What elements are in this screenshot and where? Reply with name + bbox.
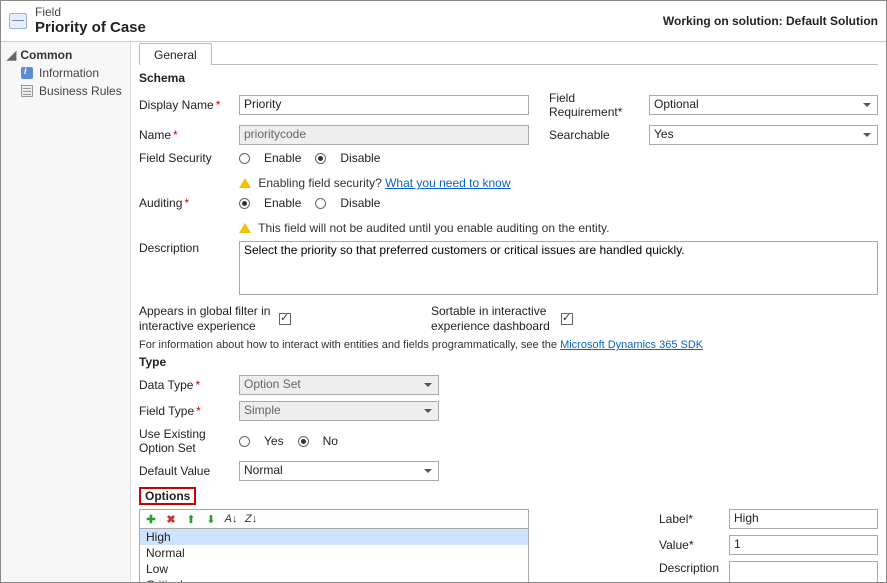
sidebar-item-business-rules[interactable]: Business Rules (1, 82, 130, 100)
sort-desc-button[interactable]: Z↓ (244, 512, 258, 526)
sdk-link[interactable]: Microsoft Dynamics 365 SDK (560, 339, 703, 351)
label-description: Description (139, 241, 239, 255)
entity-icon (9, 13, 27, 29)
sort-asc-button[interactable]: A↓ (224, 512, 238, 526)
delete-option-button[interactable]: ✖ (164, 512, 178, 526)
label-field-requirement: Field Requirement (549, 91, 618, 119)
sortable-dashboard-checkbox[interactable] (561, 313, 573, 325)
options-listbox[interactable]: High Normal Low Critical (139, 528, 529, 582)
field-type-select: Simple (239, 401, 439, 421)
label-display-name: Display Name (139, 98, 214, 112)
sdk-hint: For information about how to interact wi… (139, 339, 878, 351)
label-default-value: Default Value (139, 464, 239, 478)
label-field-type: Field Type (139, 404, 194, 418)
label-option-label: Label (659, 512, 688, 526)
page-title: Priority of Case (35, 19, 146, 37)
rules-icon (21, 85, 33, 97)
appears-global-filter-checkbox[interactable] (279, 313, 291, 325)
list-item[interactable]: Normal (140, 545, 528, 561)
data-type-select: Option Set (239, 375, 439, 395)
label-option-description: Description (659, 561, 729, 575)
section-options: Options (139, 487, 196, 505)
field-security-enable-radio[interactable] (239, 153, 250, 164)
sidebar-item-information[interactable]: Information (1, 64, 130, 82)
move-up-button[interactable]: ⬆ (184, 512, 198, 526)
label-searchable: Searchable (549, 128, 610, 142)
section-type: Type (139, 355, 878, 369)
tree-collapse-icon[interactable]: ◢ (7, 48, 15, 62)
use-existing-no-radio[interactable] (298, 436, 309, 447)
field-security-hint: Enabling field security? What you need t… (239, 171, 511, 190)
field-security-disable-radio[interactable] (315, 153, 326, 164)
tab-general[interactable]: General (139, 43, 212, 65)
label-data-type: Data Type (139, 378, 193, 392)
label-sortable-dashboard: Sortable in interactive experience dashb… (431, 304, 561, 333)
window-header: Field Priority of Case Working on soluti… (1, 1, 886, 42)
name-input: prioritycode (239, 125, 529, 145)
label-auditing: Auditing (139, 196, 182, 210)
options-toolbar: ✚ ✖ ⬆ ⬇ A↓ Z↓ (139, 509, 529, 528)
default-value-select[interactable]: Normal (239, 461, 439, 481)
description-input[interactable]: Select the priority so that preferred cu… (239, 241, 878, 295)
use-existing-yes-radio[interactable] (239, 436, 250, 447)
solution-context: Working on solution: Default Solution (663, 14, 878, 28)
display-name-input[interactable]: Priority (239, 95, 529, 115)
warning-icon (239, 217, 251, 233)
list-item[interactable]: Critical (140, 577, 528, 582)
label-field-security: Field Security (139, 151, 239, 165)
searchable-select[interactable]: Yes (649, 125, 878, 145)
list-item[interactable]: Low (140, 561, 528, 577)
field-security-radios: Enable Disable (239, 151, 380, 165)
auditing-radios: Enable Disable (239, 196, 380, 210)
sidebar: ◢ Common Information Business Rules (1, 42, 131, 582)
sidebar-group-common[interactable]: ◢ Common (1, 46, 130, 64)
security-link[interactable]: What you need to know (385, 176, 510, 190)
use-existing-radios: Yes No (239, 434, 338, 448)
main-panel: General Schema Display Name* Priority Fi… (131, 42, 886, 582)
field-requirement-select[interactable]: Optional (649, 95, 878, 115)
label-name: Name (139, 128, 171, 142)
move-down-button[interactable]: ⬇ (204, 512, 218, 526)
label-use-existing: Use Existing Option Set (139, 427, 239, 455)
label-appears-global-filter: Appears in global filter in interactive … (139, 304, 279, 333)
label-option-value: Value (659, 538, 689, 552)
warning-icon (239, 172, 251, 188)
info-icon (21, 67, 33, 79)
option-value-input[interactable]: 1 (729, 535, 878, 555)
auditing-hint: This field will not be audited until you… (239, 216, 609, 235)
list-item[interactable]: High (140, 529, 528, 545)
option-description-input[interactable] (729, 561, 878, 582)
add-option-button[interactable]: ✚ (144, 512, 158, 526)
option-label-input[interactable]: High (729, 509, 878, 529)
auditing-disable-radio[interactable] (315, 198, 326, 209)
auditing-enable-radio[interactable] (239, 198, 250, 209)
tab-strip: General (139, 42, 878, 65)
section-schema: Schema (139, 71, 878, 85)
header-eyebrow: Field (35, 5, 146, 19)
